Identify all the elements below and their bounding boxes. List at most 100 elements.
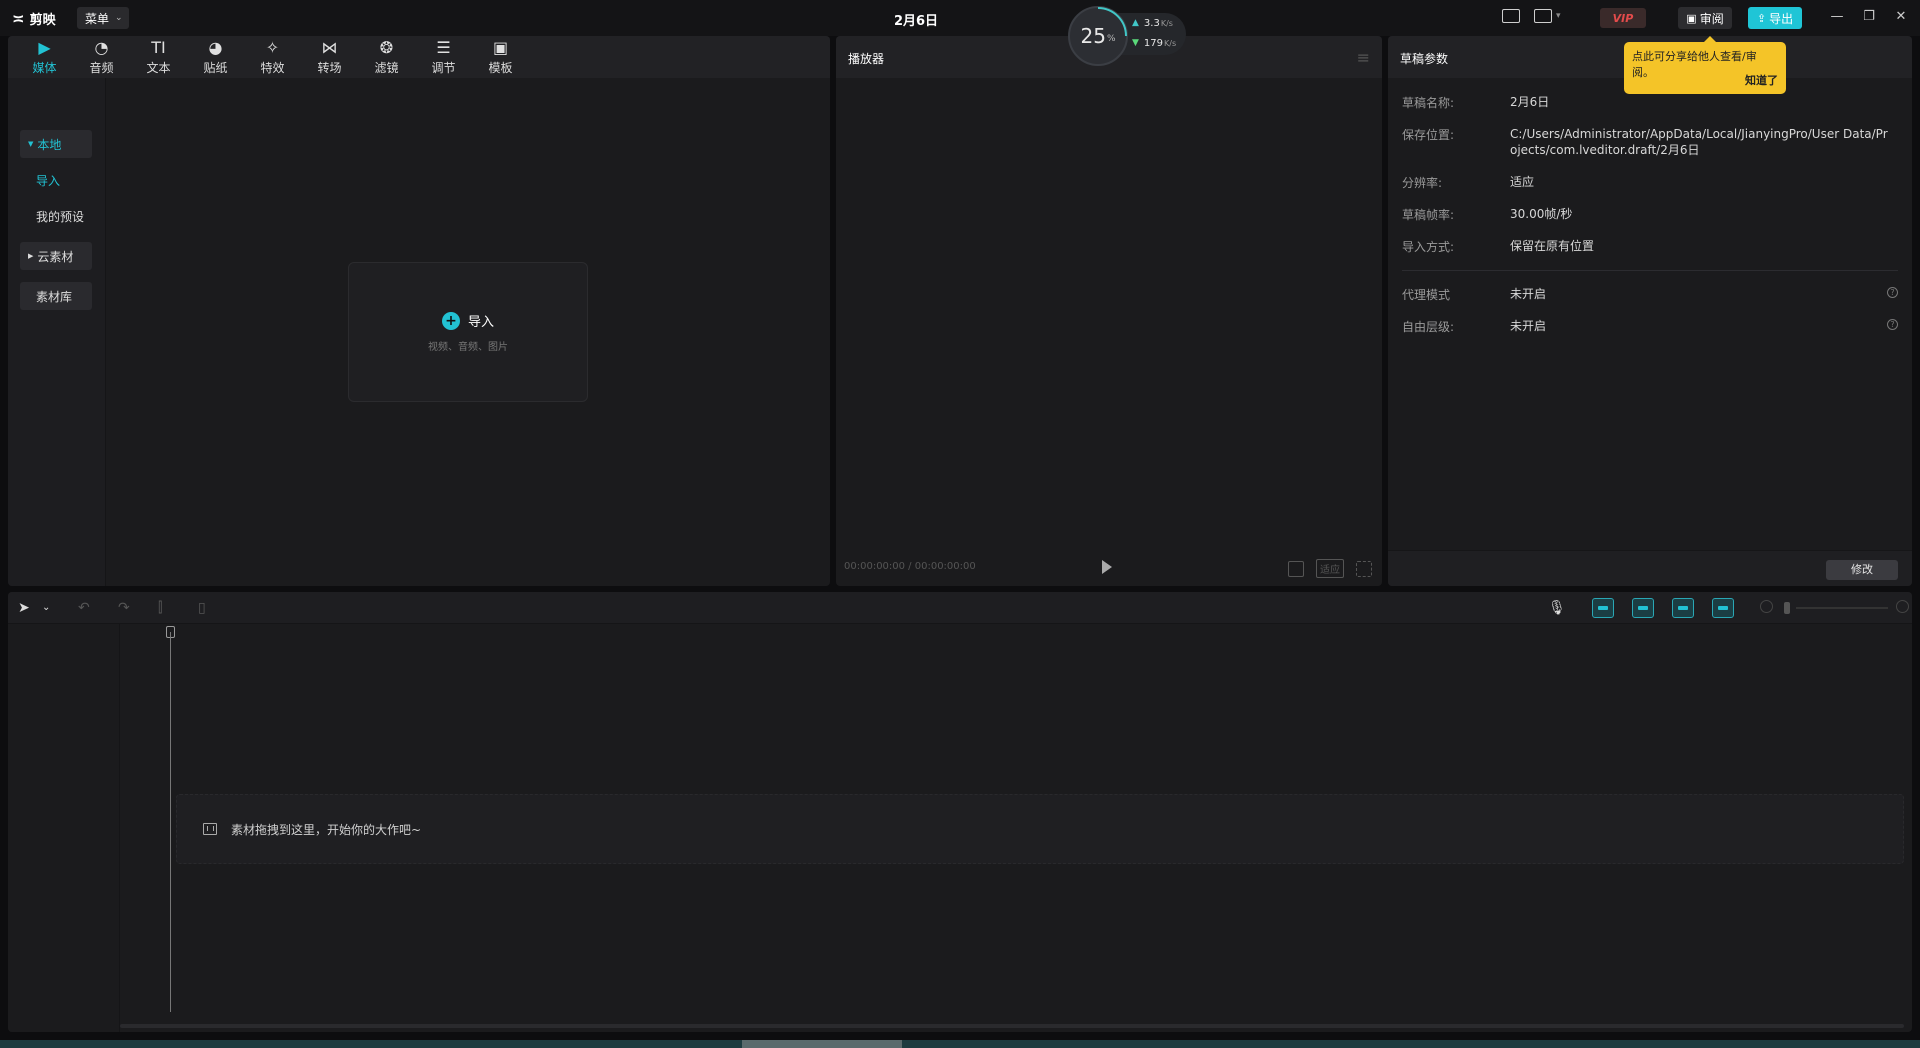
chevron-down-icon[interactable]: ▾ (1556, 11, 1561, 21)
film-icon (203, 823, 217, 835)
sidebar-cloud-label: 云素材 (37, 249, 74, 264)
param-key: 草稿名称: (1402, 96, 1455, 110)
tab-label: 滤镜 (374, 60, 399, 75)
help-icon[interactable]: ? (1887, 287, 1898, 298)
select-cursor-icon[interactable]: ➤ (18, 600, 30, 616)
main-track-magnet-icon[interactable] (1592, 598, 1614, 618)
tab-adjust[interactable]: ☰ 调节 (415, 36, 472, 78)
zoom-slider-track[interactable] (1796, 607, 1888, 609)
zoom-out-icon[interactable] (1760, 600, 1773, 613)
bottom-strip-thumb (742, 1040, 902, 1048)
title-bar: ≍ 剪映 菜单 ⌄ 2月6日 ▾ VIP ▣ 审阅 ⇪ 导出 — ❐ ✕ (0, 0, 1920, 36)
tab-effects[interactable]: ✧ 特效 (244, 36, 301, 78)
param-value: 未开启 (1510, 287, 1547, 301)
sidebar-import-label: 导入 (36, 173, 61, 188)
param-row-import-mode: 导入方式: 保留在原有位置 (1402, 238, 1898, 255)
plus-icon: + (441, 311, 460, 330)
play-icon[interactable] (1102, 560, 1112, 574)
param-value: C:/Users/Administrator/AppData/Local/Jia… (1510, 127, 1888, 157)
share-tooltip: 点此可分享给他人查看/审阅。 知道了 (1624, 36, 1786, 94)
media-icon: ▶ (38, 37, 51, 57)
timeline-scrollbar[interactable] (120, 1024, 1904, 1028)
microphone-icon[interactable]: 🎙 (1548, 600, 1566, 616)
drop-hint: 素材拖拽到这里，开始你的大作吧~ (231, 822, 422, 837)
player-right-controls: 适应 (1288, 559, 1372, 578)
import-label: 导入 (467, 315, 494, 330)
upload-unit: K/s (1160, 18, 1173, 28)
sidebar-item-local[interactable]: ▼ 本地 (20, 130, 92, 158)
timecode: 00:00:00:00 / 00:00:00:00 (844, 561, 976, 572)
sidebar-item-library[interactable]: 素材库 (20, 282, 92, 310)
upload-arrow-icon: ▲ (1132, 18, 1139, 28)
tab-filter[interactable]: ❂ 滤镜 (358, 36, 415, 78)
tab-label: 文本 (146, 60, 171, 75)
player-controls: 00:00:00:00 / 00:00:00:00 适应 (836, 550, 1382, 586)
help-icon[interactable]: ? (1887, 319, 1898, 330)
param-value: 30.00帧/秒 (1510, 207, 1573, 221)
close-icon[interactable]: ✕ (1892, 9, 1910, 24)
sidebar-item-import[interactable]: 导入 (20, 166, 92, 194)
undo-icon[interactable]: ↶ (78, 600, 90, 616)
ratio-button[interactable]: 适应 (1316, 559, 1344, 578)
import-subtitle: 视频、音频、图片 (428, 342, 508, 353)
sidebar-item-cloud[interactable]: ▶ 云素材 (20, 242, 92, 270)
chevron-down-icon[interactable]: ⌄ (42, 602, 50, 613)
param-row-resolution: 分辨率: 适应 (1402, 174, 1898, 191)
tab-transition[interactable]: ⋈ 转场 (301, 36, 358, 78)
tab-audio[interactable]: ◔ 音频 (73, 36, 130, 78)
player-panel: 播放器 ≡ 00:00:00:00 / 00:00:00:00 适应 (836, 36, 1382, 586)
tab-sticker[interactable]: ◕ 贴纸 (187, 36, 244, 78)
param-value: 2月6日 (1510, 95, 1550, 109)
delete-icon[interactable]: ▯ (198, 600, 206, 616)
tab-label: 媒体 (32, 60, 57, 75)
params-title: 草稿参数 (1400, 52, 1449, 66)
import-card[interactable]: + 导入 视频、音频、图片 (348, 262, 588, 402)
preview-axis-icon[interactable] (1712, 598, 1734, 618)
split-icon[interactable]: ⫿ (158, 600, 162, 616)
export-button[interactable]: ⇪ 导出 (1748, 7, 1802, 29)
download-unit: K/s (1164, 38, 1177, 48)
redo-icon[interactable]: ↷ (118, 600, 130, 616)
param-row-framerate: 草稿帧率: 30.00帧/秒 (1402, 206, 1898, 223)
zoom-slider-knob[interactable] (1784, 602, 1790, 614)
tab-media[interactable]: ▶ 媒体 (16, 36, 73, 78)
param-row-location: 保存位置: C:/Users/Administrator/AppData/Loc… (1402, 126, 1898, 158)
tab-template[interactable]: ▣ 模板 (472, 36, 529, 78)
keyboard-shortcuts-icon[interactable] (1502, 9, 1520, 23)
screenshot-icon[interactable] (1288, 560, 1304, 577)
effects-icon: ✧ (265, 37, 280, 57)
cpu-meter[interactable]: 25 % (1068, 6, 1128, 66)
download-arrow-icon: ▼ (1132, 38, 1139, 48)
params-footer: 修改 (1388, 550, 1912, 586)
modify-button[interactable]: 修改 (1826, 560, 1898, 580)
tab-text[interactable]: TI 文本 (130, 36, 187, 78)
export-label: 导出 (1769, 11, 1794, 26)
param-row-proxy: 代理模式 未开启 ? (1402, 286, 1898, 303)
params-divider (1402, 270, 1898, 271)
timeline-drop-zone[interactable]: 素材拖拽到这里，开始你的大作吧~ (176, 794, 1904, 864)
param-value: 保留在原有位置 (1510, 239, 1595, 253)
sidebar-library-label: 素材库 (36, 289, 73, 304)
tooltip-ok-button[interactable]: 知道了 (1745, 72, 1778, 88)
sidebar-item-presets[interactable]: 我的预设 (20, 202, 100, 230)
filter-icon: ❂ (379, 37, 394, 57)
layout-icon[interactable] (1534, 9, 1552, 23)
vip-badge[interactable]: VIP (1600, 8, 1646, 28)
param-row-free-layer: 自由层级: 未开启 ? (1402, 318, 1898, 335)
hamburger-menu-icon[interactable]: ≡ (1357, 48, 1370, 67)
fullscreen-icon[interactable] (1356, 560, 1372, 577)
minimize-icon[interactable]: — (1828, 9, 1846, 24)
upload-speed: 3.3 (1143, 17, 1160, 29)
auto-snap-icon[interactable] (1632, 598, 1654, 618)
param-key: 分辨率: (1402, 176, 1443, 190)
linkage-icon[interactable] (1672, 598, 1694, 618)
tab-label: 模板 (488, 60, 513, 75)
cpu-meter-arc (1097, 7, 1127, 37)
tab-label: 特效 (260, 60, 285, 75)
network-speed: ▲ 3.3 K/s ▼ 179 K/s (1118, 13, 1186, 55)
param-key: 草稿帧率: (1402, 208, 1455, 222)
review-button[interactable]: ▣ 审阅 (1678, 7, 1732, 29)
zoom-in-icon[interactable] (1896, 600, 1909, 613)
restore-icon[interactable]: ❐ (1860, 9, 1878, 24)
player-title: 播放器 (848, 52, 885, 66)
